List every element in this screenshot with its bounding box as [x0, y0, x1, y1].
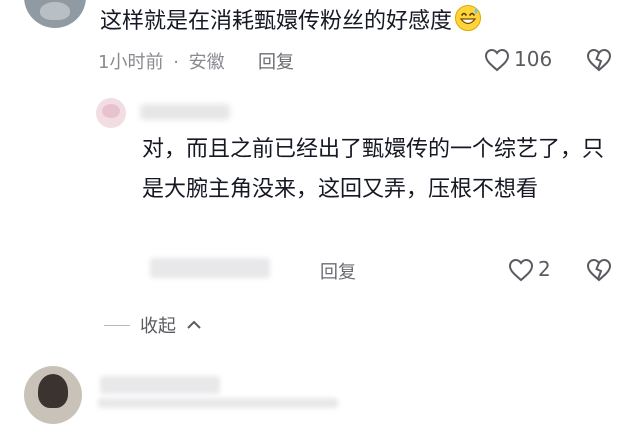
- broken-heart-icon[interactable]: [586, 48, 612, 72]
- reply-text: 对，而且之前已经出了甄嬛传的一个综艺了，只是大腕主角没来，这回又弄，压根不想看: [142, 137, 605, 202]
- like-count: 106: [514, 47, 553, 71]
- heart-icon[interactable]: [484, 48, 510, 72]
- reply-meta-redacted: [150, 258, 270, 278]
- comment-time: 1小时前: [98, 52, 164, 73]
- collapse-replies-button[interactable]: 收起: [104, 312, 202, 338]
- reply-reply-button[interactable]: 回复: [320, 258, 356, 284]
- grinning-sweat-emoji-icon: [454, 4, 482, 42]
- collapse-divider: [104, 324, 130, 326]
- comment-text: 这样就是在消耗甄嬛传粉丝的好感度: [100, 4, 482, 42]
- reply-button[interactable]: 回复: [258, 48, 294, 74]
- broken-heart-icon[interactable]: [586, 258, 612, 282]
- comment-body: 这样就是在消耗甄嬛传粉丝的好感度: [100, 9, 453, 34]
- comment-meta: 1小时前 · 安徽: [98, 48, 225, 74]
- next-commenter-avatar[interactable]: [24, 366, 82, 424]
- collapse-label: 收起: [140, 316, 176, 337]
- replier-name-redacted: [140, 104, 230, 120]
- meta-separator: ·: [173, 52, 179, 73]
- commenter-avatar[interactable]: [24, 0, 86, 28]
- next-commenter-name-redacted: [100, 376, 220, 394]
- reply-like-count: 2: [538, 257, 551, 281]
- replier-avatar[interactable]: [96, 98, 126, 128]
- heart-icon[interactable]: [508, 258, 534, 282]
- chevron-up-icon: [186, 315, 202, 336]
- comment-location: 安徽: [188, 52, 225, 73]
- next-comment-text-redacted: [98, 398, 338, 408]
